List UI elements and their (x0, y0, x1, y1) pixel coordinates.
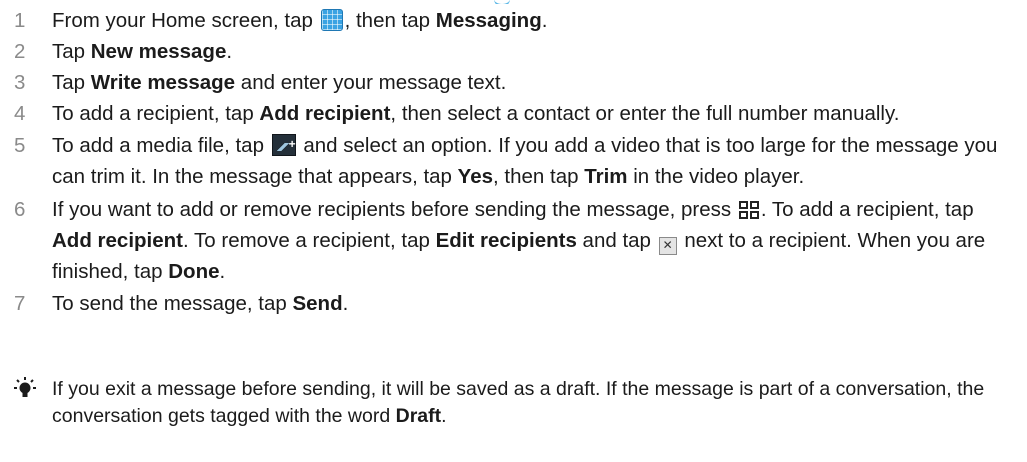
step-2: 2 Tap New message. (8, 37, 1018, 66)
ui-term: Add recipient (259, 102, 391, 125)
step-5: 5 To add a media file, tap and select an… (8, 129, 1018, 192)
step-text: . (219, 260, 226, 283)
step-text: To add a media file, tap (52, 134, 270, 157)
step-text: . To remove a recipient, tap (183, 229, 436, 252)
tip-lightbulb-icon (14, 377, 36, 397)
step-6: 6 If you want to add or remove recipient… (8, 194, 1018, 287)
step-text: , then tap (493, 165, 585, 188)
step-text: To add a recipient, tap (52, 102, 260, 125)
step-text: , then tap (344, 9, 436, 32)
step-text: . (541, 9, 548, 32)
step-1: 1 From your Home screen, tap , then tap … (8, 6, 1018, 35)
remove-recipient-icon: ✕ (658, 237, 677, 255)
step-text: and tap (576, 229, 657, 252)
step-text: To send the message, tap (52, 292, 293, 315)
tip-text: If you exit a message before sending, it… (52, 378, 985, 427)
tip-text: . (441, 405, 447, 427)
tip-note: If you exit a message before sending, it… (8, 376, 1027, 430)
step-4: 4 To add a recipient, tap Add recipient,… (8, 99, 1018, 128)
step-text: Tap (52, 40, 91, 63)
ui-term: Yes (457, 165, 494, 188)
instruction-steps: 1 From your Home screen, tap , then tap … (8, 6, 1018, 320)
step-text: From your Home screen, tap (52, 9, 319, 32)
step-text: . To add a recipient, tap (760, 198, 974, 221)
step-text: . (342, 292, 349, 315)
step-number: 6 (14, 198, 26, 221)
step-text: If you want to add or remove recipients … (52, 198, 737, 221)
step-7: 7 To send the message, tap Send. (8, 289, 1018, 318)
menu-key-icon (738, 201, 759, 219)
heading-fragment (0, 0, 1027, 4)
ui-term: Messaging (435, 9, 542, 32)
step-number: 7 (14, 292, 26, 315)
ui-term: Send (292, 292, 343, 315)
attach-media-icon (271, 129, 296, 160)
ui-term: New message (90, 40, 227, 63)
ui-term: Trim (584, 165, 628, 188)
ui-term: Add recipient (52, 229, 183, 252)
ui-term: Edit recipients (435, 229, 577, 252)
step-number: 3 (14, 71, 26, 94)
step-text: Tap (52, 71, 91, 94)
ui-term: Draft (395, 405, 442, 427)
apps-grid-icon (320, 9, 343, 31)
step-text: and enter your message text. (235, 71, 507, 94)
ui-term: Write message (90, 71, 236, 94)
step-text: , then select a contact or enter the ful… (390, 102, 900, 125)
step-text: . (226, 40, 233, 63)
step-number: 4 (14, 102, 26, 125)
step-number: 5 (14, 134, 26, 157)
step-number: 1 (14, 9, 26, 32)
step-text: in the video player. (627, 165, 805, 188)
step-3: 3 Tap Write message and enter your messa… (8, 68, 1018, 97)
step-number: 2 (14, 40, 26, 63)
ui-term: Done (168, 260, 220, 283)
